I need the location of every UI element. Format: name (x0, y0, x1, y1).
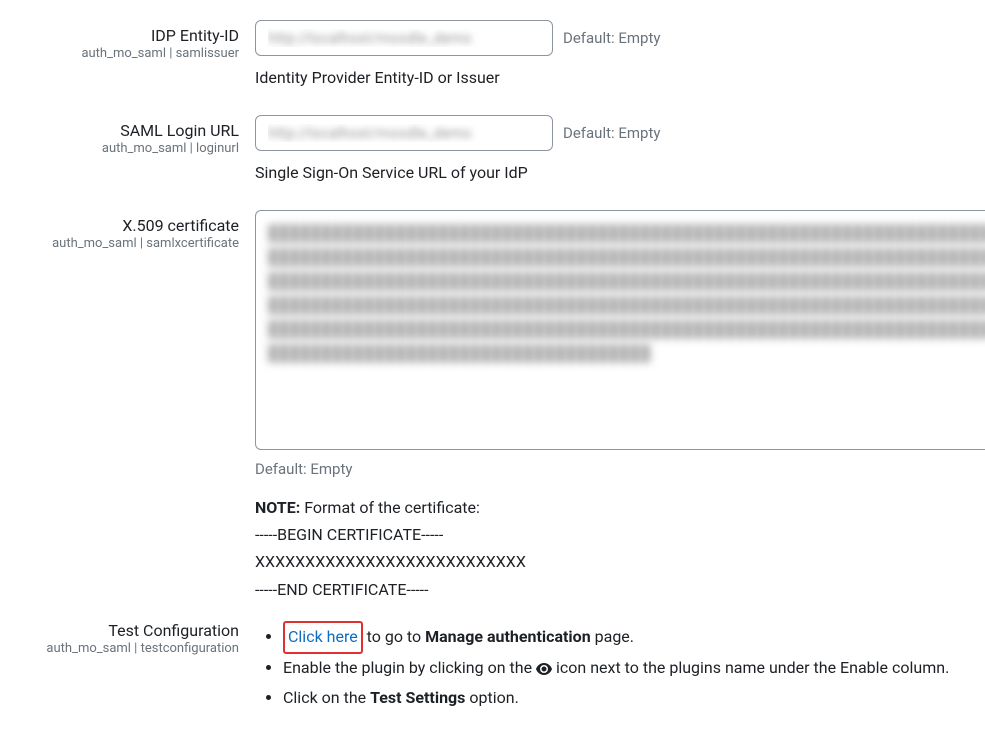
input-col-idp-entity: Default: Empty Identity Provider Entity-… (255, 20, 985, 107)
instruction-step-3: Click on the Test Settings option. (283, 684, 985, 712)
step3-bold: Test Settings (370, 688, 465, 707)
step2-text-a: Enable the plugin by clicking on the (283, 658, 536, 677)
test-config-instructions: Click here to go to Manage authenticatio… (255, 621, 985, 712)
row-test-config: Test Configuration auth_mo_saml | testco… (20, 619, 985, 712)
idp-entity-desc: Identity Provider Entity-ID or Issuer (255, 68, 985, 87)
cert-body-line: XXXXXXXXXXXXXXXXXXXXXXXXXXX (255, 548, 985, 575)
input-col-x509: Default: Empty NOTE: Format of the certi… (255, 210, 985, 603)
label-login-url: SAML Login URL (20, 121, 239, 140)
login-url-default-hint: Default: Empty (563, 124, 660, 142)
step3-text-a: Click on the (283, 688, 370, 707)
x509-default-hint: Default: Empty (255, 460, 985, 478)
login-url-input[interactable] (255, 115, 553, 151)
idp-entity-input[interactable] (255, 20, 553, 56)
label-col-login-url: SAML Login URL auth_mo_saml | loginurl (20, 115, 255, 156)
sublabel-test-config: auth_mo_saml | testconfiguration (20, 641, 239, 656)
label-col-idp-entity: IDP Entity-ID auth_mo_saml | samlissuer (20, 20, 255, 61)
note-label: NOTE: (255, 498, 300, 517)
instruction-step-2: Enable the plugin by clicking on the ico… (283, 654, 985, 684)
sublabel-idp-entity: auth_mo_saml | samlissuer (20, 46, 239, 61)
label-col-x509: X.509 certificate auth_mo_saml | samlxce… (20, 210, 255, 251)
step3-text-b: option. (465, 688, 518, 707)
step1-text-a: to go to (363, 627, 425, 646)
instruction-step-1: Click here to go to Manage authenticatio… (283, 621, 985, 654)
step2-text-b: icon next to the plugins name under the … (552, 658, 949, 677)
row-idp-entity: IDP Entity-ID auth_mo_saml | samlissuer … (20, 20, 985, 107)
step1-bold: Manage authentication (425, 627, 591, 646)
sublabel-x509: auth_mo_saml | samlxcertificate (20, 236, 239, 251)
login-url-desc: Single Sign-On Service URL of your IdP (255, 163, 985, 182)
idp-entity-default-hint: Default: Empty (563, 29, 660, 47)
x509-note: NOTE: Format of the certificate: -----BE… (255, 494, 985, 603)
cert-begin-line: -----BEGIN CERTIFICATE----- (255, 521, 985, 548)
row-login-url: SAML Login URL auth_mo_saml | loginurl D… (20, 115, 985, 202)
cert-end-line: -----END CERTIFICATE----- (255, 576, 985, 603)
step1-text-b: page. (591, 627, 634, 646)
label-idp-entity: IDP Entity-ID (20, 26, 239, 45)
input-col-login-url: Default: Empty Single Sign-On Service UR… (255, 115, 985, 202)
x509-textarea[interactable] (255, 210, 985, 450)
note-text: Format of the certificate: (300, 498, 480, 517)
click-here-highlight: Click here (283, 621, 363, 654)
click-here-link[interactable]: Click here (288, 627, 358, 646)
eye-icon (536, 656, 552, 684)
row-x509: X.509 certificate auth_mo_saml | samlxce… (20, 210, 985, 603)
sublabel-login-url: auth_mo_saml | loginurl (20, 141, 239, 156)
label-col-test-config: Test Configuration auth_mo_saml | testco… (20, 619, 255, 656)
input-col-test-config: Click here to go to Manage authenticatio… (255, 619, 985, 712)
label-test-config: Test Configuration (20, 621, 239, 640)
label-x509: X.509 certificate (20, 216, 239, 235)
